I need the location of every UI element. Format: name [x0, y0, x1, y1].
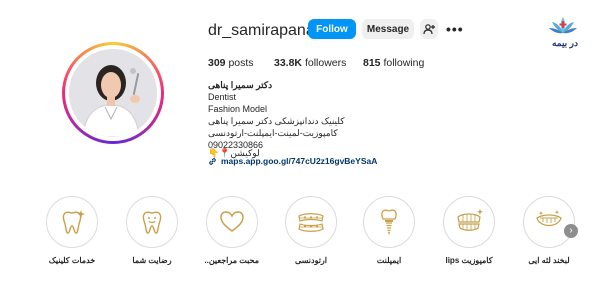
follow-button[interactable]: Follow — [308, 19, 356, 39]
posts-stat: 309 posts — [208, 57, 254, 69]
message-button[interactable]: Message — [362, 19, 414, 39]
following-count: 815 — [363, 57, 381, 69]
suggest-accounts-button[interactable] — [420, 19, 438, 39]
tooth-sparkle-icon — [62, 210, 85, 234]
bio-link[interactable]: maps.app.goo.gl/747cU2z16gvBeYSaA — [208, 156, 377, 166]
highlight-cover — [206, 196, 258, 248]
highlight-cover — [46, 196, 98, 248]
more-dots-icon: ••• — [446, 21, 464, 37]
highlight-label: رضایت شما — [132, 256, 172, 265]
bio-category: Dentist — [208, 92, 237, 102]
brand-logo: در بیمه — [532, 14, 594, 54]
more-options-button[interactable]: ••• — [446, 21, 464, 37]
implant-icon — [381, 209, 397, 235]
followers-count: 33.8K — [274, 57, 303, 69]
braces-icon — [298, 213, 324, 232]
highlight-cover — [363, 196, 415, 248]
lotus-cross-logo-icon — [549, 17, 577, 34]
highlights-next-button[interactable]: › — [564, 224, 578, 238]
highlight-label: خدمات کلینیک — [48, 256, 96, 265]
highlight-label: لبخند لثه ایی — [528, 256, 570, 265]
chevron-right-icon: › — [569, 225, 573, 236]
person-add-icon — [423, 24, 435, 35]
highlight-label: ارتودنسی — [294, 256, 328, 265]
highlight-label: محبت مراجعین... — [205, 256, 259, 265]
smiling-tooth-icon — [142, 211, 162, 234]
bio-line-4: کامپوزیت-لمینت-ایمپلنت-ارتودنسی — [208, 128, 338, 138]
link-icon — [209, 157, 216, 165]
followers-label: followers — [304, 57, 347, 69]
posts-count: 309 — [208, 57, 226, 69]
following-label: following — [383, 57, 425, 69]
highlight-cover — [443, 196, 495, 248]
highlight-item[interactable]: کامپوزیت lips — [442, 196, 496, 265]
gummy-smile-icon — [536, 210, 562, 227]
highlight-label: کامپوزیت lips — [445, 256, 493, 265]
posts-label: posts — [228, 57, 254, 69]
highlight-item[interactable]: ارتودنسی — [284, 196, 338, 265]
bio-link-text: maps.app.goo.gl/747cU2z16gvBeYSaA — [221, 156, 378, 166]
bio-line-2: Fashion Model — [208, 104, 268, 114]
avatar[interactable] — [62, 42, 164, 144]
bio-name: دکتر سمیرا پناهی — [208, 80, 273, 90]
bio-line-3: کلینیک دندانپزشکی دکتر سمیرا پناهی — [208, 116, 345, 126]
highlight-cover — [126, 196, 178, 248]
highlight-cover — [285, 196, 337, 248]
teeth-arch-icon — [457, 209, 483, 231]
brand-text: در بیمه — [551, 38, 579, 48]
highlight-item[interactable]: ایمپلنت — [362, 196, 416, 265]
highlight-item[interactable]: خدمات کلینیک — [45, 196, 99, 265]
highlight-label: ایمپلنت — [376, 256, 402, 265]
highlight-item[interactable]: رضایت شما — [125, 196, 179, 265]
profile-photo — [69, 49, 157, 137]
followers-stat[interactable]: 33.8K followers — [274, 57, 346, 69]
highlight-cover — [523, 196, 575, 248]
heart-icon — [220, 211, 244, 232]
highlight-item[interactable]: محبت مراجعین... — [205, 196, 259, 265]
following-stat[interactable]: 815 following — [363, 57, 424, 69]
